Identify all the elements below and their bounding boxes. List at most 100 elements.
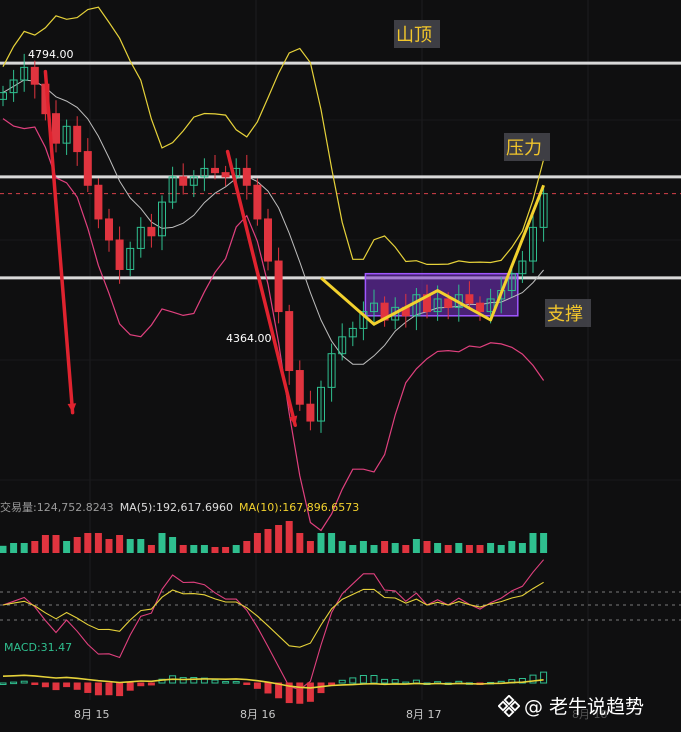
volume-bar-24 bbox=[253, 533, 261, 553]
macd-bar-33 bbox=[349, 677, 357, 684]
macd-bar-7 bbox=[73, 682, 81, 690]
volume-bar-38 bbox=[402, 545, 410, 553]
volume-bar-31 bbox=[328, 533, 336, 553]
macd-bar-25 bbox=[264, 682, 272, 694]
macd-bar-13 bbox=[137, 682, 145, 687]
candle-body-3 bbox=[30, 66, 39, 85]
bollinger-bands bbox=[2, 6, 545, 532]
volume-bar-36 bbox=[381, 541, 389, 553]
volume-bar-44 bbox=[465, 545, 473, 553]
macd-bar-32 bbox=[338, 679, 346, 684]
volume-bar-49 bbox=[518, 543, 526, 553]
volume-bar-11 bbox=[116, 535, 124, 553]
x-label-1: 8月 16 bbox=[240, 708, 276, 721]
macd-bar-3 bbox=[31, 682, 39, 685]
macd-bar-37 bbox=[391, 679, 399, 684]
volume-stats: 交易量:124,752.8243 MA(5):192,617.6960 MA(10)… bbox=[0, 499, 365, 515]
volume-bar-43 bbox=[455, 543, 463, 553]
osc-fast-line bbox=[2, 559, 545, 691]
x-label-2: 8月 17 bbox=[406, 708, 442, 721]
macd-bar-2 bbox=[20, 680, 28, 684]
macd-bar-36 bbox=[381, 678, 389, 684]
volume-bar-29 bbox=[306, 541, 314, 553]
macd-signal-line bbox=[2, 674, 544, 689]
volume-bar-21 bbox=[222, 547, 230, 553]
volume-bar-47 bbox=[497, 545, 505, 553]
volume-bar-20 bbox=[211, 547, 219, 553]
candle-body-29 bbox=[306, 403, 315, 422]
macd-bar-12 bbox=[126, 682, 134, 691]
price-chart bbox=[0, 0, 681, 704]
volume-bar-3 bbox=[31, 541, 39, 553]
candle-body-25 bbox=[264, 218, 272, 262]
volume-bar-48 bbox=[508, 541, 516, 553]
volume-bar-14 bbox=[147, 545, 155, 553]
volume-bar-17 bbox=[179, 545, 187, 553]
oscillator-panel bbox=[0, 559, 681, 691]
volume-bar-42 bbox=[444, 545, 452, 553]
candle-body-5 bbox=[52, 113, 60, 144]
macd-bar-0 bbox=[0, 682, 7, 685]
candle-body-24 bbox=[253, 184, 262, 220]
macd-bar-28 bbox=[296, 682, 304, 704]
volume-bar-26 bbox=[275, 525, 283, 553]
candle-body-27 bbox=[285, 311, 294, 372]
candle-body-7 bbox=[73, 125, 82, 153]
macd-bar-11 bbox=[116, 682, 124, 697]
macd-bar-8 bbox=[84, 682, 92, 693]
macd-bar-34 bbox=[359, 675, 367, 684]
volume-bar-34 bbox=[359, 541, 367, 553]
volume-bar-37 bbox=[391, 543, 399, 553]
boll-upper-line bbox=[2, 6, 545, 265]
macd-bar-35 bbox=[370, 675, 378, 684]
macd-bar-24 bbox=[253, 682, 261, 689]
volume-bar-0 bbox=[0, 545, 7, 553]
volume-bar-45 bbox=[476, 545, 484, 553]
candle-body-9 bbox=[94, 184, 103, 220]
macd-bar-9 bbox=[94, 682, 102, 696]
volume-bar-25 bbox=[264, 529, 272, 553]
volume-bar-30 bbox=[317, 533, 325, 553]
macd-label: MACD:31.47 bbox=[4, 641, 73, 654]
macd-bar-30 bbox=[317, 682, 325, 694]
volume-label: 交易量:124,752.8243 bbox=[0, 501, 114, 514]
volume-panel bbox=[0, 521, 548, 553]
brand-text: @ 老牛说趋势 bbox=[524, 696, 645, 718]
volume-bar-35 bbox=[370, 545, 378, 553]
macd-bar-29 bbox=[306, 682, 314, 702]
zone-label-resistance: 压力 bbox=[504, 133, 550, 161]
binance-icon bbox=[498, 694, 520, 717]
volume-bar-8 bbox=[84, 533, 92, 553]
brand-watermark: @ 老牛说趋势 bbox=[498, 692, 644, 719]
ma10-label: MA(10):167,896.6573 bbox=[238, 501, 360, 514]
volume-bar-33 bbox=[349, 545, 357, 553]
macd-bar-31 bbox=[328, 682, 336, 686]
candle-body-14 bbox=[147, 226, 156, 237]
volume-bar-50 bbox=[529, 533, 537, 553]
candle-body-21 bbox=[221, 172, 230, 178]
macd-bar-22 bbox=[232, 681, 240, 684]
high-price-label: 4794.00 bbox=[28, 48, 74, 61]
volume-bar-9 bbox=[94, 533, 102, 553]
candle-body-26 bbox=[274, 260, 283, 313]
volume-bar-12 bbox=[126, 539, 134, 553]
macd-bar-10 bbox=[105, 682, 113, 696]
candle-body-10 bbox=[105, 218, 113, 241]
macd-bar-14 bbox=[147, 682, 155, 686]
volume-bar-41 bbox=[434, 543, 442, 553]
volume-bar-15 bbox=[158, 533, 166, 553]
volume-bar-28 bbox=[296, 533, 304, 553]
macd-bar-21 bbox=[222, 681, 230, 684]
volume-bar-2 bbox=[20, 543, 28, 553]
volume-bar-23 bbox=[243, 541, 251, 553]
candle-body-17 bbox=[179, 176, 188, 186]
zone-label-support: 支撑 bbox=[545, 299, 591, 327]
macd-bar-6 bbox=[63, 682, 71, 688]
volume-bar-19 bbox=[200, 545, 208, 553]
volume-bar-46 bbox=[487, 543, 495, 553]
macd-bar-51 bbox=[540, 671, 548, 684]
macd-bar-4 bbox=[41, 682, 49, 688]
candle-body-8 bbox=[83, 151, 92, 186]
candle-body-11 bbox=[115, 239, 124, 270]
low-price-label: 4364.00 bbox=[226, 332, 272, 345]
